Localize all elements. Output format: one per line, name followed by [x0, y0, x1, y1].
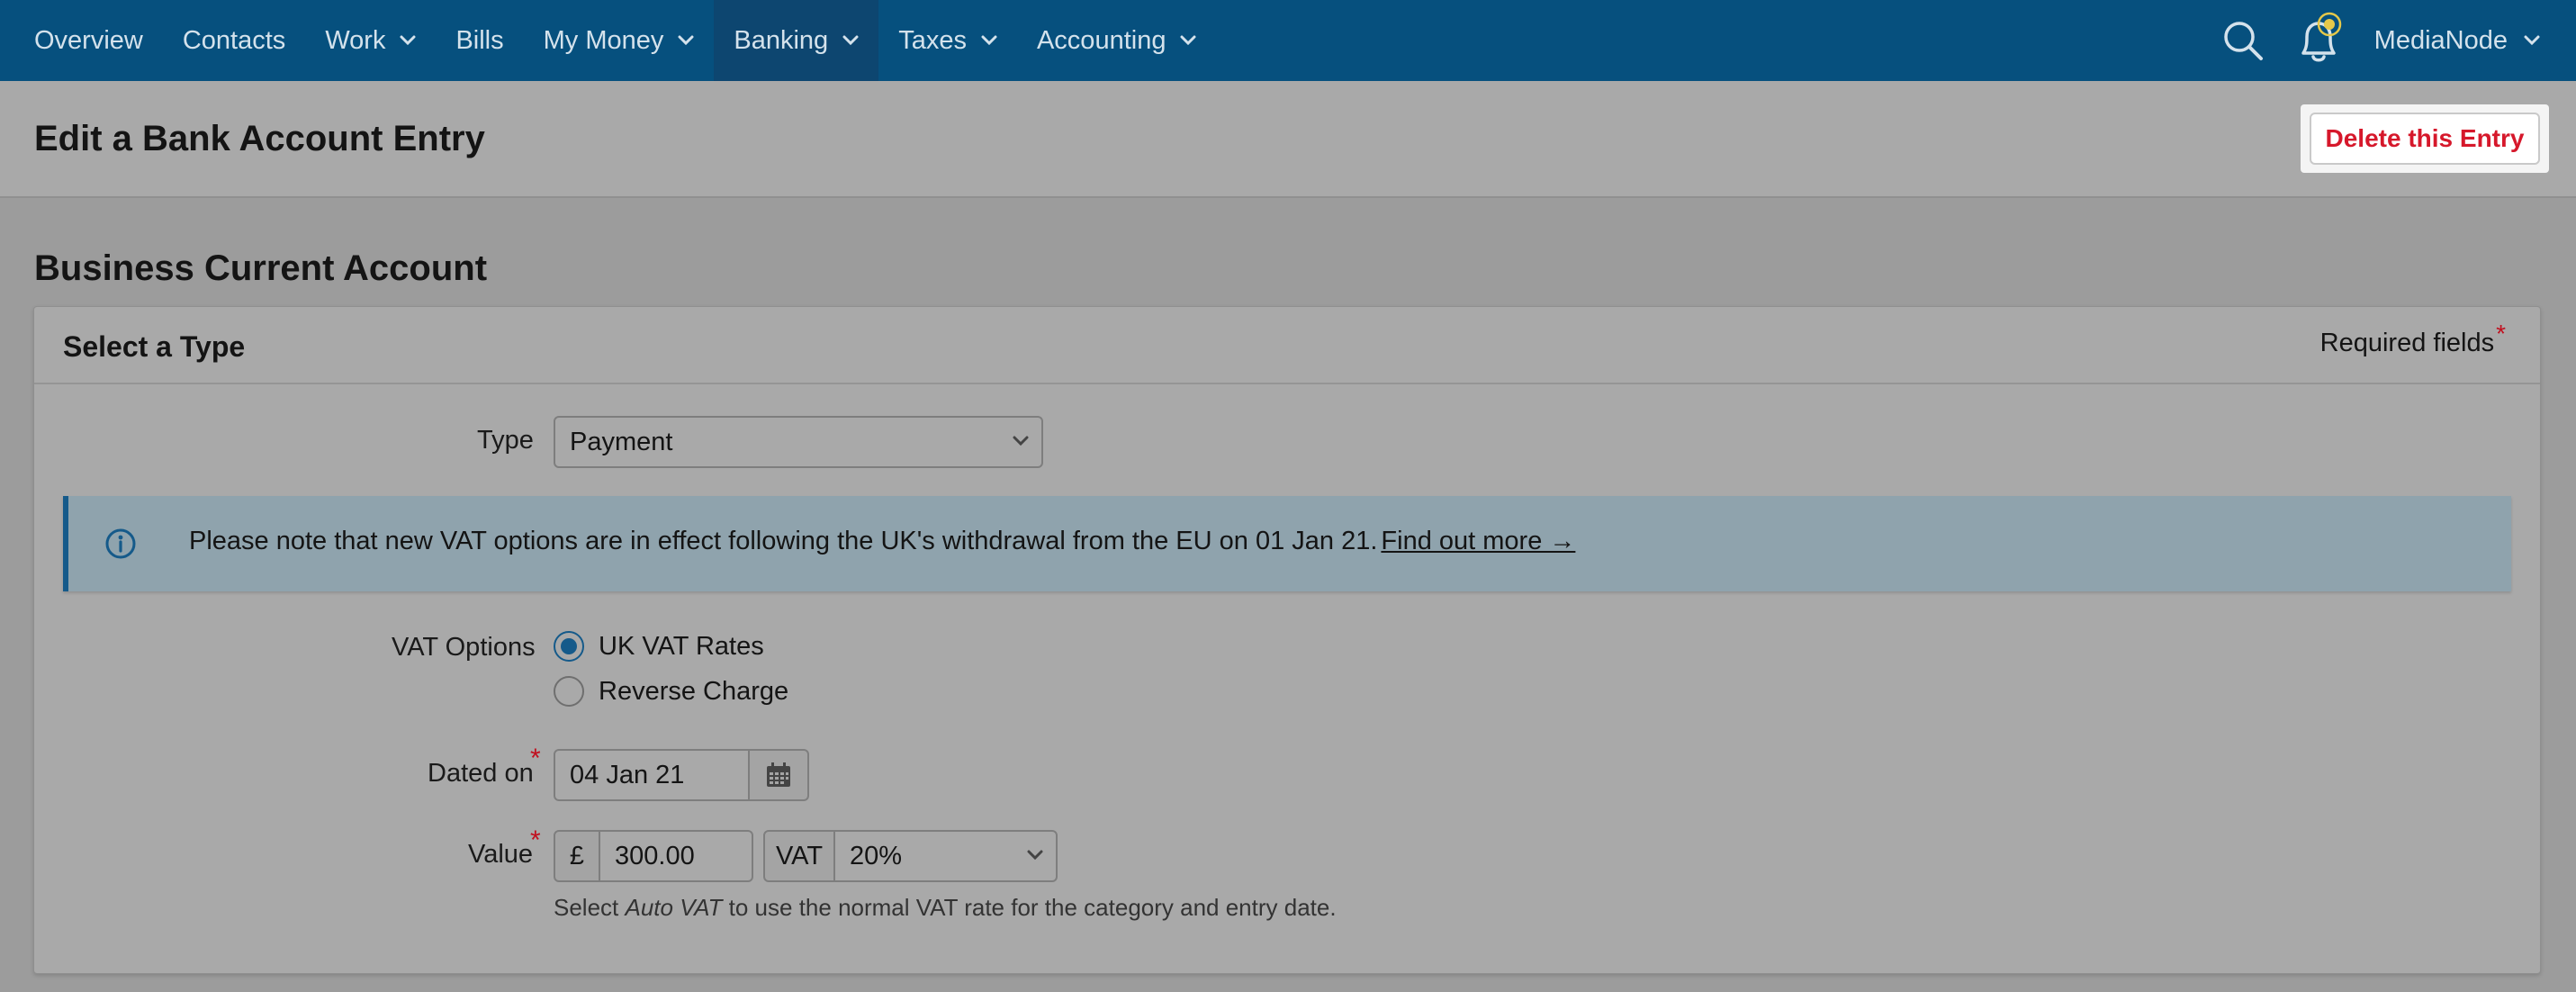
bell-icon[interactable]: [2293, 0, 2347, 81]
date-input[interactable]: 04 Jan 21: [554, 749, 750, 801]
nav-item-label: Banking: [734, 25, 829, 55]
type-select[interactable]: Payment: [554, 416, 1043, 468]
chevron-down-icon: [678, 35, 694, 46]
delete-entry-button[interactable]: Delete this Entry: [2310, 113, 2540, 165]
chevron-down-icon: [400, 35, 416, 46]
nav-item-label: Work: [325, 25, 386, 55]
type-label: Type: [477, 426, 534, 455]
chevron-down-icon: [2524, 35, 2540, 46]
nav-item-label: Contacts: [182, 25, 286, 55]
date-value: 04 Jan 21: [570, 760, 685, 789]
required-fields-note: Required fields*: [2319, 320, 2506, 358]
account-title: Business Current Account: [34, 248, 488, 288]
top-navigation: Overview Contacts Work Bills My Money Ba…: [0, 0, 2576, 81]
currency-symbol: £: [569, 841, 585, 870]
info-icon: [104, 528, 137, 560]
search-icon[interactable]: [2214, 0, 2272, 81]
nav-item-contacts[interactable]: Contacts: [163, 0, 305, 81]
nav-item-accounting[interactable]: Accounting: [1017, 0, 1217, 81]
auto-vat-hint: Select Auto VAT to use the normal VAT ra…: [554, 894, 1337, 922]
hint-suffix: to use the normal VAT rate for the categ…: [722, 894, 1337, 921]
nav-item-my-money[interactable]: My Money: [524, 0, 715, 81]
required-star: *: [530, 744, 541, 773]
required-star: *: [530, 825, 541, 855]
nav-item-label: Taxes: [898, 25, 967, 55]
nav-item-banking[interactable]: Banking: [714, 0, 879, 81]
nav-item-bills[interactable]: Bills: [436, 0, 523, 81]
vat-rate-select[interactable]: 20%: [833, 830, 1058, 882]
required-fields-text: Required fields: [2319, 329, 2495, 357]
card-header: Select a Type Required fields*: [34, 307, 2540, 384]
hint-prefix: Select: [554, 894, 626, 921]
vat-info-banner: Please note that new VAT options are in …: [63, 496, 2511, 591]
type-select-value: Payment: [570, 427, 673, 456]
chevron-down-icon: [1180, 35, 1196, 46]
radio-label: Reverse Charge: [599, 676, 789, 706]
amount-input[interactable]: 300.00: [599, 830, 753, 882]
nav-item-overview[interactable]: Overview: [0, 0, 163, 81]
radio-label: UK VAT Rates: [599, 631, 764, 661]
nav-item-label: Overview: [34, 25, 143, 55]
dated-on-label: Dated on: [428, 759, 534, 788]
chevron-down-icon: [1013, 436, 1029, 446]
amount-value: 300.00: [615, 841, 695, 870]
nav-item-work[interactable]: Work: [305, 0, 436, 81]
vat-rate-value: 20%: [850, 841, 903, 870]
chevron-down-icon: [1027, 850, 1043, 861]
nav-item-label: Bills: [455, 25, 504, 55]
info-message: Please note that new VAT options are in …: [189, 527, 1378, 555]
calendar-icon: [765, 762, 792, 789]
vat-options-label: VAT Options: [392, 633, 536, 662]
calendar-button[interactable]: [748, 749, 809, 801]
entry-form-card: Select a Type Required fields* Type Paym…: [33, 306, 2541, 974]
card-title: Select a Type: [63, 330, 246, 363]
chevron-down-icon: [842, 35, 859, 46]
radio-reverse-charge[interactable]: Reverse Charge: [554, 676, 788, 707]
user-menu[interactable]: MediaNode: [2374, 26, 2576, 56]
vat-addon-label: VAT: [775, 841, 824, 870]
currency-addon: £: [554, 830, 600, 882]
user-name: MediaNode: [2373, 25, 2508, 55]
value-label: Value: [468, 840, 534, 869]
page-header: Edit a Bank Account Entry: [0, 81, 2576, 198]
vat-addon: VAT: [763, 830, 835, 882]
radio-uk-vat-rates[interactable]: UK VAT Rates: [554, 631, 764, 662]
find-out-more-link[interactable]: Find out more →: [1381, 527, 1575, 555]
nav-right-group: MediaNode: [2214, 0, 2576, 81]
required-star: *: [2496, 320, 2506, 347]
nav-item-label: My Money: [543, 25, 664, 55]
nav-item-taxes[interactable]: Taxes: [878, 0, 1017, 81]
nav-item-label: Accounting: [1036, 25, 1166, 55]
page-title: Edit a Bank Account Entry: [34, 119, 485, 158]
radio-button[interactable]: [554, 676, 584, 707]
radio-button-checked[interactable]: [554, 631, 584, 662]
info-text: Please note that new VAT options are in …: [189, 527, 1575, 556]
hint-auto-vat: Auto VAT: [625, 894, 723, 921]
chevron-down-icon: [981, 35, 997, 46]
